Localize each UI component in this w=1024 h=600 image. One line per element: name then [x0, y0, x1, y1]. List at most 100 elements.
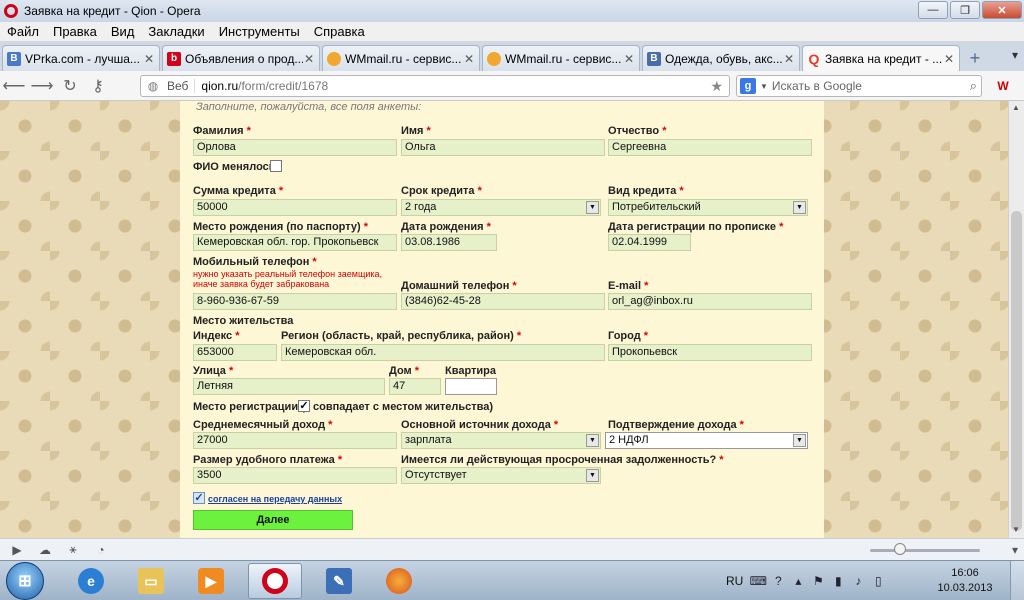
zoom-slider-track[interactable]: [870, 549, 980, 552]
firstname-field[interactable]: Ольга: [401, 139, 605, 156]
tab-menu-icon[interactable]: ▾: [1012, 48, 1018, 62]
consent-link[interactable]: согласен на передачу данных: [208, 494, 342, 504]
reg-same-checkbox[interactable]: ✓: [298, 400, 310, 412]
clock[interactable]: 16:06 10.03.2013: [936, 566, 994, 596]
lastname-field[interactable]: Орлова: [193, 139, 397, 156]
email-field[interactable]: orl_ag@inbox.ru: [608, 293, 812, 310]
menu-bar: Файл Правка Вид Закладки Инструменты Спр…: [0, 22, 1024, 42]
taskbar-ie[interactable]: e: [64, 563, 118, 599]
speed-dial-icon[interactable]: ◔: [90, 543, 112, 557]
menu-tools[interactable]: Инструменты: [212, 24, 307, 39]
scroll-down-icon[interactable]: ▼: [1012, 525, 1020, 534]
zoom-slider-handle[interactable]: [894, 543, 906, 555]
tab-close-icon[interactable]: ✕: [463, 52, 475, 66]
battery-icon[interactable]: ▯: [869, 574, 887, 588]
income-source-select[interactable]: зарплата ▼: [401, 432, 601, 449]
tab-close-icon[interactable]: ✕: [623, 52, 635, 66]
birthplace-field[interactable]: Кемеровская обл. гор. Прокопьевск: [193, 234, 397, 251]
term-select[interactable]: 2 года ▼: [401, 199, 601, 216]
tab-wmmail-1[interactable]: WMmail.ru - сервис... ✕: [322, 45, 480, 71]
mobile-field[interactable]: 8-960-936-67-59: [193, 293, 397, 310]
tab-close-icon[interactable]: ✕: [783, 52, 795, 66]
menu-edit[interactable]: Правка: [46, 24, 104, 39]
scroll-up-icon[interactable]: ▲: [1012, 103, 1020, 112]
debt-select[interactable]: Отсутствует ▼: [401, 467, 601, 484]
reg-place-label: Место регистрации (: [193, 401, 305, 413]
page-scrollbar[interactable]: ▲ ▼: [1008, 101, 1024, 538]
home-phone-field[interactable]: (3846)62-45-28: [401, 293, 605, 310]
keyboard-icon[interactable]: ⌨: [749, 574, 767, 588]
taskbar-firefox[interactable]: [372, 563, 426, 599]
index-field[interactable]: 653000: [193, 344, 277, 361]
taskbar-app-5[interactable]: ✎: [312, 563, 366, 599]
start-button[interactable]: ⊞: [6, 562, 44, 600]
tab-wmmail-2[interactable]: WMmail.ru - сервис... ✕: [482, 45, 640, 71]
name-changed-checkbox[interactable]: [270, 160, 282, 172]
scroll-thumb[interactable]: [1011, 211, 1022, 531]
search-field[interactable]: g ▼ Искать в Google ⌕: [736, 75, 982, 97]
globe-icon: ◍: [147, 79, 159, 93]
menu-bookmarks[interactable]: Закладки: [141, 24, 211, 39]
tray-expand-icon[interactable]: ▴: [789, 574, 807, 588]
debt-label: Имеется ли действующая просроченная задо…: [401, 454, 724, 466]
tab-close-icon[interactable]: ✕: [143, 52, 155, 66]
reload-icon[interactable]: ↻: [56, 74, 84, 98]
regdate-label: Дата регистрации по прописке *: [608, 221, 784, 233]
forward-arrow-icon[interactable]: ⟶: [28, 74, 56, 98]
regdate-field[interactable]: 02.04.1999: [608, 234, 691, 251]
search-engine-dropdown-icon[interactable]: ▼: [760, 82, 768, 91]
tab-vprka[interactable]: B VPrka.com - лучша... ✕: [2, 45, 160, 71]
house-field[interactable]: 47: [389, 378, 441, 395]
tab-close-icon[interactable]: ✕: [303, 52, 315, 66]
volume-icon[interactable]: ♪: [849, 574, 867, 588]
tab-credit-application[interactable]: Q Заявка на кредит - ... ✕: [802, 45, 960, 71]
city-field[interactable]: Прокопьевск: [608, 344, 812, 361]
panel-toggle-icon[interactable]: ▶: [6, 543, 28, 557]
bookmark-star-icon[interactable]: ★: [710, 78, 723, 95]
flag-icon[interactable]: ⚑: [809, 574, 827, 588]
tab-close-icon[interactable]: ✕: [943, 52, 955, 66]
income-proof-select[interactable]: 2 НДФЛ ▼: [605, 432, 808, 449]
address-field[interactable]: ◍ Веб qion.ru /form/credit/1678 ★: [140, 75, 730, 97]
search-icon[interactable]: ⌕: [970, 78, 977, 94]
birthdate-field[interactable]: 03.08.1986: [401, 234, 497, 251]
share-icon[interactable]: ⚹: [62, 542, 84, 557]
dropdown-arrow-icon: ▼: [586, 469, 599, 482]
street-label: Улица *: [193, 365, 234, 377]
next-button[interactable]: Далее: [193, 510, 353, 530]
zoom-menu-icon[interactable]: ▾: [1012, 543, 1018, 557]
taskbar-explorer[interactable]: ▭: [124, 563, 178, 599]
menu-file[interactable]: Файл: [0, 24, 46, 39]
back-arrow-icon[interactable]: ⟵: [0, 74, 28, 98]
tab-ads[interactable]: b Объявления о прод... ✕: [162, 45, 320, 71]
credit-type-select[interactable]: Потребительский ▼: [608, 199, 808, 216]
apartment-field[interactable]: [445, 378, 497, 395]
payment-field[interactable]: 3500: [193, 467, 397, 484]
income-field[interactable]: 27000: [193, 432, 397, 449]
cloud-icon[interactable]: ☁: [34, 543, 56, 557]
network-icon[interactable]: ▮: [829, 574, 847, 588]
menu-view[interactable]: Вид: [104, 24, 142, 39]
consent-checkbox[interactable]: ✓: [193, 492, 205, 504]
webmoney-icon[interactable]: W: [992, 76, 1014, 96]
system-tray: RU ⌨ ? ▴ ⚑ ▮ ♪ ▯: [726, 561, 889, 600]
email-label: E-mail *: [608, 280, 649, 292]
region-field[interactable]: Кемеровская обл.: [281, 344, 605, 361]
minimize-button[interactable]: —: [918, 1, 948, 19]
folder-icon: ▭: [138, 568, 164, 594]
amount-field[interactable]: 50000: [193, 199, 397, 216]
taskbar-media-player[interactable]: ▶: [184, 563, 238, 599]
new-tab-button[interactable]: +: [964, 47, 986, 69]
taskbar-opera[interactable]: [248, 563, 302, 599]
show-desktop-button[interactable]: [1010, 561, 1024, 600]
maximize-button[interactable]: ❐: [950, 1, 980, 19]
menu-help[interactable]: Справка: [307, 24, 372, 39]
key-icon[interactable]: ⚷: [84, 74, 112, 98]
patronymic-field[interactable]: Сергеевна: [608, 139, 812, 156]
birthplace-label: Место рождения (по паспорту) *: [193, 221, 369, 233]
street-field[interactable]: Летняя: [193, 378, 385, 395]
language-indicator[interactable]: RU: [726, 574, 743, 588]
help-icon[interactable]: ?: [769, 574, 787, 588]
close-button[interactable]: ✕: [982, 1, 1022, 19]
tab-clothing[interactable]: B Одежда, обувь, акс... ✕: [642, 45, 800, 71]
